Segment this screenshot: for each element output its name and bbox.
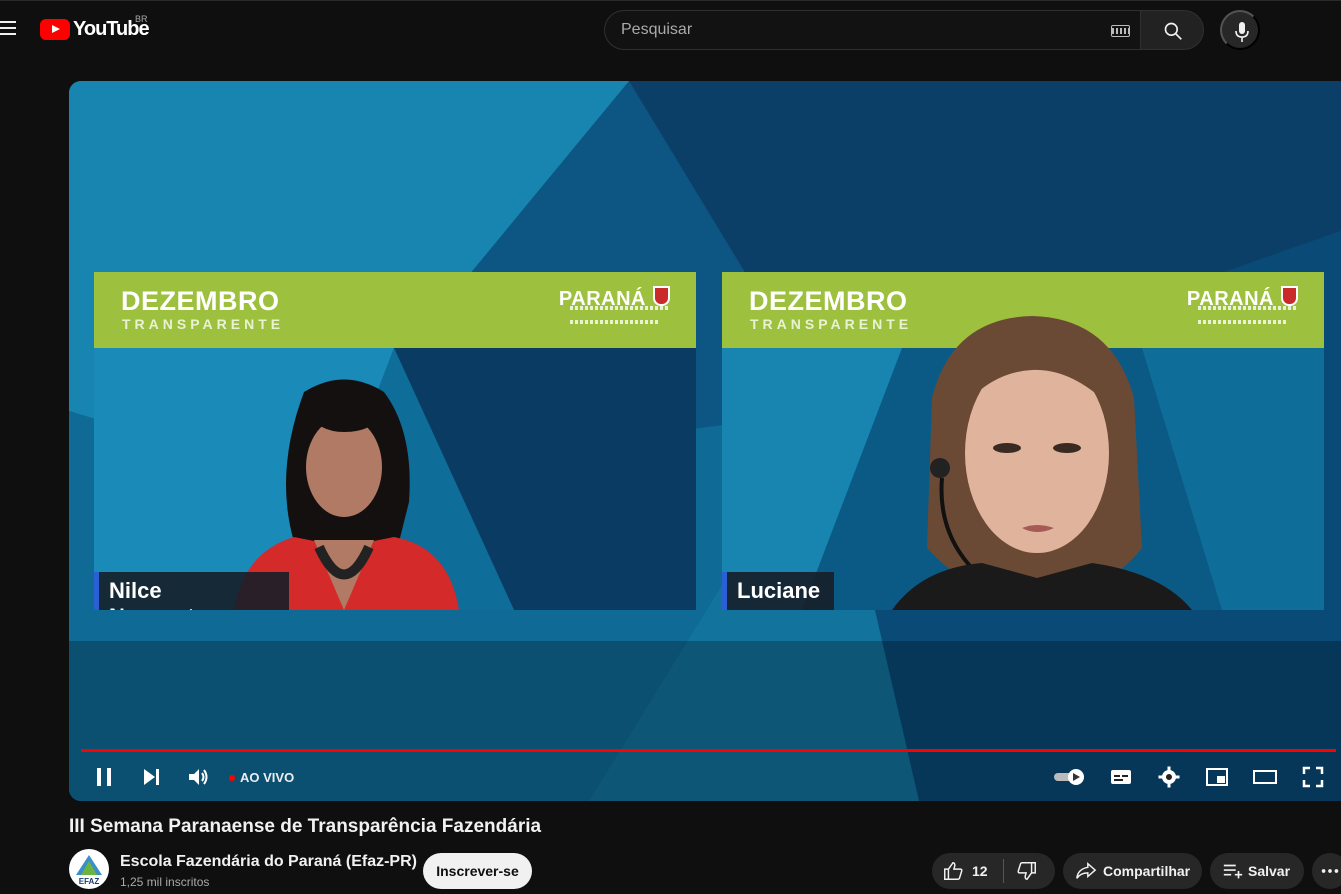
search-box: [604, 10, 1140, 50]
more-actions-button[interactable]: [1312, 853, 1341, 889]
banner-title: DEZEMBRO: [121, 286, 280, 316]
autoplay-toggle-icon[interactable]: [1052, 765, 1088, 789]
voice-search-button[interactable]: [1220, 10, 1260, 50]
live-label: AO VIVO: [240, 770, 295, 785]
brand-tagline-2: [1198, 320, 1288, 324]
subscriber-count: 1,25 mil inscritos: [120, 875, 210, 889]
speaker-panel-left: DEZEMBRO TRANSPARENTE PARANÁ Nilce Nasce…: [94, 272, 696, 610]
mic-icon: [1235, 22, 1249, 42]
youtube-logo[interactable]: YouTube BR: [40, 14, 150, 41]
more-icon: [1321, 869, 1339, 873]
search-bar: [604, 10, 1204, 50]
menu-icon[interactable]: [0, 21, 16, 37]
brand-tagline: [570, 306, 670, 310]
volume-icon[interactable]: [186, 765, 210, 789]
brand-tagline: [1198, 306, 1298, 310]
like-dislike-group: 12: [932, 853, 1055, 889]
like-icon[interactable]: [942, 860, 964, 882]
avatar-text: EFAZ: [79, 877, 100, 886]
share-button[interactable]: Compartilhar: [1063, 853, 1202, 889]
search-icon: [1164, 22, 1182, 40]
speaker-panel-right: DEZEMBRO TRANSPARENTE PARANÁ Luciane: [722, 272, 1324, 610]
keyboard-icon[interactable]: [1111, 25, 1130, 37]
theater-icon[interactable]: [1253, 765, 1277, 789]
search-button[interactable]: [1140, 10, 1204, 50]
progress-bar[interactable]: [81, 749, 1336, 752]
save-label: Salvar: [1248, 863, 1291, 879]
brand-tagline-2: [570, 320, 660, 324]
youtube-watch-page: YouTube BR Pesquisar DEZEMBRO TRANSPAREN…: [0, 0, 1341, 894]
save-button[interactable]: Salvar: [1210, 853, 1304, 889]
subtitles-icon[interactable]: [1109, 765, 1133, 789]
youtube-logo-icon: [40, 19, 70, 40]
live-dot-icon: [229, 774, 235, 781]
video-title: III Semana Paranaense de Transparência F…: [69, 816, 542, 837]
save-icon: [1223, 864, 1243, 879]
channel-avatar-logo: EFAZ: [76, 855, 102, 886]
speaker-name-tag: Luciane: [722, 572, 834, 610]
settings-icon[interactable]: [1157, 765, 1181, 789]
crest-icon: [653, 286, 670, 306]
share-icon: [1076, 862, 1097, 879]
player-controls: AO VIVO: [69, 753, 1341, 801]
like-count: 12: [972, 863, 988, 879]
channel-name[interactable]: Escola Fazendária do Paraná (Efaz-PR): [120, 853, 417, 871]
miniplayer-icon[interactable]: [1205, 765, 1229, 789]
pause-icon[interactable]: [92, 765, 116, 789]
banner-subtitle: TRANSPARENTE: [122, 316, 285, 332]
event-banner: DEZEMBRO TRANSPARENTE PARANÁ: [94, 272, 696, 348]
fullscreen-icon[interactable]: [1301, 765, 1325, 789]
next-icon[interactable]: [139, 765, 163, 789]
speaker-video-right: [892, 316, 1192, 610]
live-badge[interactable]: AO VIVO: [229, 770, 294, 785]
masthead: YouTube BR: [0, 0, 1341, 56]
crest-icon: [1281, 286, 1298, 306]
share-label: Compartilhar: [1103, 863, 1191, 879]
subscribe-button[interactable]: Inscrever-se: [423, 853, 532, 889]
video-player[interactable]: DEZEMBRO TRANSPARENTE PARANÁ Nilce Nasce…: [69, 81, 1341, 801]
search-input[interactable]: [621, 21, 1101, 39]
channel-avatar[interactable]: EFAZ: [69, 849, 109, 889]
like-divider: [1003, 859, 1004, 883]
speaker-name-tag: Nilce Nascentes: [94, 572, 289, 610]
dislike-icon[interactable]: [1016, 860, 1038, 882]
country-code: BR: [135, 14, 148, 24]
